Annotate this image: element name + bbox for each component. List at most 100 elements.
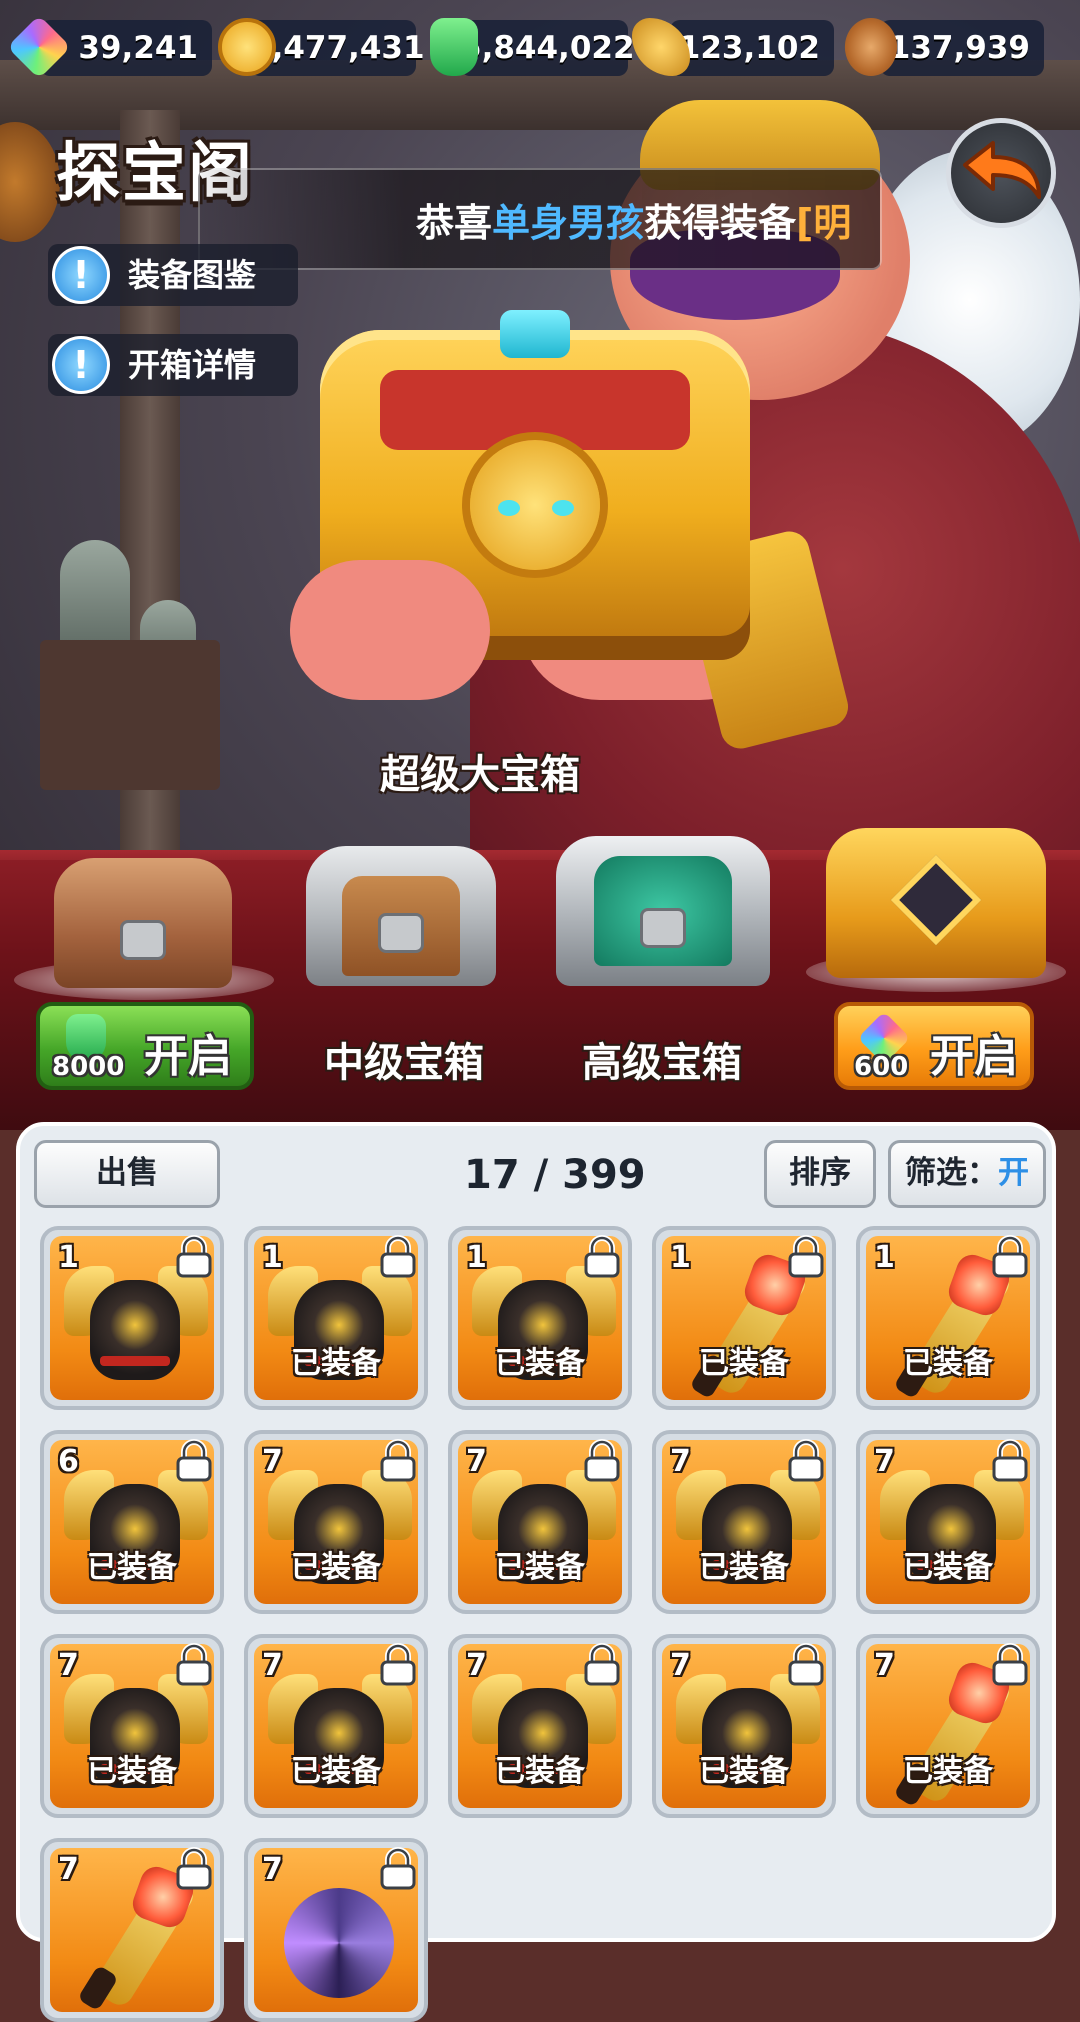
equipped-label: 已装备	[903, 1346, 993, 1381]
equipped-label: 已装备	[87, 1550, 177, 1585]
inventory-count: 17 / 399	[464, 1152, 646, 1198]
equipped-label: 已装备	[291, 1754, 381, 1789]
inventory-slot[interactable]: 1 已装备	[652, 1226, 836, 1410]
open-label: 开启	[144, 1031, 232, 1082]
open-details-button[interactable]: ! 开箱详情	[48, 334, 298, 396]
shelf	[40, 640, 220, 790]
resource-wheat[interactable]: 123,102	[670, 20, 834, 76]
item-level: 1	[466, 1240, 487, 1275]
inventory-slot[interactable]: 1 已装备	[856, 1226, 1040, 1410]
lock-icon[interactable]	[580, 1234, 624, 1280]
equipped-label: 已装备	[903, 1754, 993, 1789]
lock-icon[interactable]	[784, 1438, 828, 1484]
equipped-label: 已装备	[903, 1550, 993, 1585]
back-button[interactable]	[946, 118, 1056, 228]
equipped-label: 已装备	[291, 1346, 381, 1381]
equipped-label: 已装备	[699, 1550, 789, 1585]
lock-icon[interactable]	[172, 1438, 216, 1484]
inventory-slot[interactable]: 7 已装备	[40, 1634, 224, 1818]
chest-lid	[380, 370, 690, 450]
gold-chest-icon[interactable]	[826, 828, 1046, 978]
lock-icon[interactable]	[784, 1642, 828, 1688]
filter-label: 筛选：	[905, 1155, 998, 1191]
inventory-slot[interactable]: 1 已装备	[448, 1226, 632, 1410]
lock-icon[interactable]	[376, 1234, 420, 1280]
gold-coin-icon	[218, 18, 276, 76]
item-level: 1	[262, 1240, 283, 1275]
jade-count: 5,844,022	[460, 30, 635, 66]
equipped-label: 已装备	[495, 1550, 585, 1585]
lock-icon[interactable]	[376, 1846, 420, 1892]
wood-log-icon	[844, 18, 898, 76]
tier-label-high[interactable]: 高级宝箱	[582, 1030, 742, 1088]
inventory-slot[interactable]: 7 已装备	[652, 1634, 836, 1818]
inventory-slot[interactable]: 7	[40, 1838, 224, 2022]
notice-item: [明	[796, 201, 852, 245]
resource-wood[interactable]: 137,939	[880, 20, 1044, 76]
lock-icon[interactable]	[988, 1438, 1032, 1484]
gold-count: 2,477,431	[250, 30, 425, 66]
inventory-panel: 出售 17 / 399 排序 筛选：开 1 1 已装备 1 已装备 1 已装备 1 已装备 6 已装…	[16, 1122, 1056, 2022]
inventory-slot[interactable]: 1 已装备	[244, 1226, 428, 1410]
lock-plate	[378, 913, 424, 954]
lock-icon[interactable]	[172, 1846, 216, 1892]
open-label: 开启	[930, 1031, 1018, 1082]
wood-count: 137,939	[888, 30, 1030, 66]
filter-button[interactable]: 筛选：开	[888, 1140, 1046, 1208]
inventory-slot[interactable]: 7 已装备	[856, 1634, 1040, 1818]
sort-button[interactable]: 排序	[764, 1140, 876, 1208]
inventory-slot[interactable]: 7 已装备	[244, 1430, 428, 1614]
jade-chest-icon[interactable]	[556, 836, 770, 986]
gem-count: 39,241	[78, 30, 198, 66]
resource-jade[interactable]: 5,844,022	[460, 20, 635, 76]
item-level: 7	[466, 1444, 487, 1479]
tier-label-mid[interactable]: 中级宝箱	[324, 1030, 484, 1088]
lock-icon[interactable]	[376, 1642, 420, 1688]
item-level: 7	[262, 1648, 283, 1683]
open-basic-chest-button[interactable]: 8000 开启	[36, 1002, 254, 1090]
lock-icon[interactable]	[784, 1234, 828, 1280]
lock-icon[interactable]	[988, 1234, 1032, 1280]
item-level: 7	[670, 1444, 691, 1479]
lock-icon[interactable]	[172, 1234, 216, 1280]
item-level: 7	[874, 1444, 895, 1479]
inventory-slot[interactable]: 7 已装备	[448, 1634, 632, 1818]
equipped-label: 已装备	[699, 1346, 789, 1381]
open-cost: 600	[854, 1052, 909, 1082]
equipped-label: 已装备	[495, 1754, 585, 1789]
inventory-slot[interactable]: 7 已装备	[856, 1430, 1040, 1614]
item-level: 1	[874, 1240, 895, 1275]
notice-prefix: 恭喜	[416, 201, 493, 245]
item-level: 7	[670, 1648, 691, 1683]
broadcast-notice: 恭喜单身男孩获得装备[明	[198, 168, 882, 270]
lock-icon[interactable]	[376, 1438, 420, 1484]
item-level: 6	[58, 1444, 79, 1479]
inventory-slot[interactable]: 1	[40, 1226, 224, 1410]
equipment-codex-button[interactable]: ! 装备图鉴	[48, 244, 298, 306]
lock-plate	[640, 908, 686, 948]
item-level: 7	[466, 1648, 487, 1683]
inventory-slot[interactable]: 7 已装备	[448, 1430, 632, 1614]
lock-icon[interactable]	[580, 1642, 624, 1688]
featured-chest-label: 超级大宝箱	[380, 752, 580, 798]
inventory-slot[interactable]: 7	[244, 1838, 428, 2022]
wooden-chest-icon[interactable]	[54, 858, 232, 988]
equipment-codex-label: 装备图鉴	[128, 256, 257, 294]
open-super-chest-button[interactable]: 600 开启	[834, 1002, 1034, 1090]
item-level: 7	[874, 1648, 895, 1683]
silver-chest-icon[interactable]	[306, 846, 496, 986]
back-arrow-icon	[963, 141, 1041, 199]
open-details-label: 开箱详情	[128, 346, 257, 384]
chest-lock	[470, 440, 600, 570]
lock-icon[interactable]	[988, 1642, 1032, 1688]
lock-icon[interactable]	[172, 1642, 216, 1688]
chest-emblem	[890, 854, 982, 946]
item-level: 7	[262, 1444, 283, 1479]
inventory-slot[interactable]: 6 已装备	[40, 1430, 224, 1614]
lock-icon[interactable]	[580, 1438, 624, 1484]
equipped-label: 已装备	[291, 1550, 381, 1585]
sell-button[interactable]: 出售	[34, 1140, 220, 1208]
inventory-slot[interactable]: 7 已装备	[652, 1430, 836, 1614]
inventory-slot[interactable]: 7 已装备	[244, 1634, 428, 1818]
merchant-hand	[290, 560, 490, 700]
